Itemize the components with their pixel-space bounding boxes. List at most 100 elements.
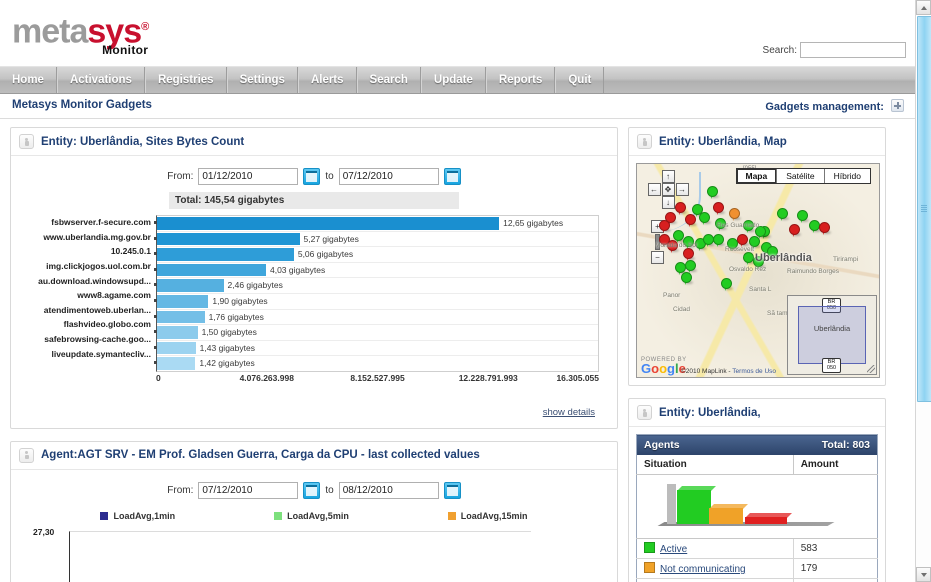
- chart-bar[interactable]: [157, 310, 205, 324]
- zoom-out-icon[interactable]: −: [651, 251, 664, 264]
- map-marker-pin-green[interactable]: [699, 212, 711, 225]
- map-marker-pin-red[interactable]: [789, 224, 801, 237]
- map-marker-pin-red[interactable]: [819, 222, 831, 235]
- chart-bar-value-label: 12,65 gigabytes: [503, 218, 564, 228]
- agents-row-situation-active: Active: [636, 538, 794, 559]
- gadget-info-icon[interactable]: [19, 447, 34, 463]
- map-marker-pin-green[interactable]: [707, 186, 719, 199]
- map-marker-pin-red[interactable]: [685, 214, 697, 227]
- add-gadget-icon[interactable]: [891, 99, 904, 112]
- legend-swatch-not-communicating: [644, 562, 655, 573]
- map-container: [055] Mapa Satélite Híbrido ↑ ← ✥ →: [629, 156, 885, 385]
- to-date-input[interactable]: [338, 168, 439, 185]
- cpu-from-date-input[interactable]: [198, 481, 299, 499]
- pan-center-icon[interactable]: ✥: [661, 183, 675, 196]
- map-marker-pin-green[interactable]: [743, 252, 755, 265]
- pan-down-icon[interactable]: ↓: [661, 196, 675, 209]
- nav-item-settings[interactable]: Settings: [226, 67, 298, 93]
- show-details-row: show details: [11, 390, 617, 428]
- chart-bar[interactable]: [157, 326, 198, 339]
- chart-bar-not-communicating[interactable]: [709, 504, 748, 524]
- chart-bar[interactable]: [157, 341, 196, 355]
- nav-item-home[interactable]: Home: [0, 67, 57, 93]
- map-type-mapa[interactable]: Mapa: [736, 169, 778, 183]
- gadget-header-map: Entity: Uberlândia, Map: [629, 128, 885, 156]
- calendar-icon-to[interactable]: [443, 168, 461, 185]
- map-place-label: Tirirampi: [833, 256, 859, 263]
- map-marker-pin-green[interactable]: [721, 278, 733, 291]
- chart-bar[interactable]: [157, 294, 209, 308]
- map-marker-pin-red[interactable]: [659, 220, 671, 233]
- right-column: Entity: Uberlândia, Map [055] Mapa Satél…: [628, 127, 886, 582]
- chart-plot-area: 12,65 gigabytes 5,27 gigabytes 5,06 gigaby…: [154, 215, 599, 372]
- table-row: Inactive 41: [636, 578, 878, 582]
- agents-link-active[interactable]: Active: [660, 544, 687, 555]
- brand-logo[interactable]: metasys® Monitor: [12, 10, 149, 58]
- chart-bar-active[interactable]: [677, 486, 716, 524]
- gadget-info-icon[interactable]: [637, 405, 652, 420]
- column-header-amount: Amount: [793, 455, 878, 475]
- scrollbar-track[interactable]: [916, 400, 931, 567]
- show-details-link[interactable]: show details: [543, 407, 595, 418]
- map-marker-pin-green[interactable]: [809, 220, 821, 233]
- agents-link-not-communicating[interactable]: Not communicating: [660, 564, 746, 575]
- scroll-up-button[interactable]: [916, 0, 931, 15]
- pan-right-icon[interactable]: →: [675, 183, 689, 196]
- calendar-icon-cpu-from[interactable]: [303, 481, 321, 499]
- minimap-viewport[interactable]: [798, 306, 866, 364]
- scrollbar-thumb[interactable]: [917, 16, 931, 402]
- chart-bar[interactable]: [157, 279, 224, 292]
- vertical-scrollbar[interactable]: [915, 0, 931, 582]
- map-place-label: Roosevelt: [725, 246, 754, 253]
- calendar-icon-from[interactable]: [303, 168, 321, 185]
- nav-item-activations[interactable]: Activations: [56, 67, 145, 93]
- cpu-to-date-input[interactable]: [338, 481, 439, 499]
- map-marker-pin-red[interactable]: [675, 202, 687, 215]
- map-attribution: ©2010 MapLink - Termos de Uso: [681, 368, 776, 375]
- map-marker-pin-green[interactable]: [681, 272, 693, 285]
- chart-bar-total: [667, 484, 676, 524]
- gadget-info-icon[interactable]: [19, 134, 34, 149]
- chart-bar[interactable]: [157, 263, 266, 277]
- map-marker-pin-orange[interactable]: [729, 208, 741, 221]
- map-marker-pin-green[interactable]: [703, 234, 715, 247]
- chart-x-axis: 0 4.076.263.998 8.152.527.995 12.228.791.99…: [156, 372, 599, 386]
- chart-bar[interactable]: [157, 357, 196, 370]
- chart-bar-row: 1,50 gigabytes: [154, 325, 598, 341]
- global-search: Search:: [763, 42, 906, 58]
- agents-chart-row: [636, 474, 878, 539]
- map-type-hibrido[interactable]: Híbrido: [825, 169, 870, 183]
- nav-item-quit[interactable]: Quit: [555, 67, 605, 93]
- pan-up-icon[interactable]: ↑: [661, 170, 675, 183]
- google-map[interactable]: [055] Mapa Satélite Híbrido ↑ ← ✥ →: [636, 163, 880, 378]
- minimap-resize-icon[interactable]: [867, 365, 875, 373]
- chart-bar-inactive[interactable]: [745, 513, 792, 524]
- map-minimap[interactable]: BR 050 Uberlândia BR 050: [787, 295, 877, 375]
- map-marker-pin-green[interactable]: [777, 208, 789, 221]
- scrollbar-grip-icon: [921, 205, 927, 213]
- gadget-info-icon[interactable]: [637, 134, 652, 149]
- agents-table-title: Agents: [636, 434, 794, 455]
- chart-bar[interactable]: [157, 232, 300, 246]
- column-header-situation: Situation: [636, 455, 794, 475]
- nav-item-search[interactable]: Search: [356, 67, 421, 93]
- nav-item-reports[interactable]: Reports: [485, 67, 556, 93]
- pan-left-icon[interactable]: ←: [647, 183, 661, 196]
- map-terms-link[interactable]: Termos de Uso: [732, 368, 776, 375]
- scroll-down-button[interactable]: [916, 567, 931, 582]
- map-type-satelite[interactable]: Satélite: [777, 169, 825, 183]
- map-marker-pin-green[interactable]: [713, 234, 725, 247]
- from-date-input[interactable]: [198, 168, 299, 185]
- nav-item-alerts[interactable]: Alerts: [297, 67, 357, 93]
- nav-item-update[interactable]: Update: [420, 67, 486, 93]
- chart-bar[interactable]: [157, 248, 294, 261]
- map-marker-pin-red[interactable]: [713, 202, 725, 215]
- nav-item-registries[interactable]: Registries: [144, 67, 227, 93]
- search-input[interactable]: [800, 42, 906, 58]
- pin-head: [675, 202, 686, 213]
- chart-bar[interactable]: [157, 217, 500, 230]
- cpu-y-axis-top-label: 27,30: [33, 526, 55, 537]
- map-marker-pin-green[interactable]: [797, 210, 809, 223]
- gadget-title-map: Entity: Uberlândia, Map: [659, 135, 787, 148]
- calendar-icon-cpu-to[interactable]: [443, 481, 461, 499]
